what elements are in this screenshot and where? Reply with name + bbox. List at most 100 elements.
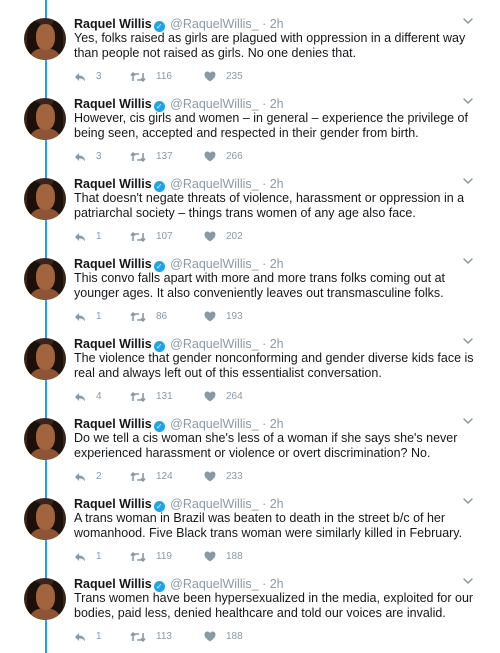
tweet-timestamp[interactable]: 2h	[270, 577, 284, 591]
tweet[interactable]: Raquel Willis ✓ @RaquelWillis_ · 2h Do we…	[0, 405, 500, 485]
author-name[interactable]: Raquel Willis	[74, 17, 152, 31]
tweet-timestamp[interactable]: 2h	[270, 497, 284, 511]
retweet-button[interactable]: 113	[130, 631, 172, 642]
reply-button[interactable]: 1	[74, 231, 102, 242]
chevron-down-icon[interactable]	[462, 495, 474, 507]
author-handle[interactable]: @RaquelWillis_	[170, 177, 258, 191]
tweet[interactable]: Raquel Willis ✓ @RaquelWillis_ · 2h That …	[0, 165, 500, 245]
separator-dot: ·	[262, 497, 267, 511]
like-button[interactable]: 188	[204, 551, 243, 562]
reply-icon	[75, 152, 85, 161]
avatar[interactable]	[24, 338, 66, 380]
reply-icon	[75, 392, 85, 401]
reply-button[interactable]: 1	[74, 631, 102, 642]
tweet-header: Raquel Willis ✓ @RaquelWillis_ · 2h	[74, 97, 284, 112]
reply-count: 1	[96, 551, 102, 562]
chevron-down-icon[interactable]	[462, 575, 474, 587]
reply-button[interactable]: 2	[74, 471, 102, 482]
retweet-icon	[130, 471, 146, 482]
retweet-button[interactable]: 137	[130, 151, 173, 162]
avatar[interactable]	[24, 418, 66, 460]
like-button[interactable]: 233	[204, 471, 243, 482]
chevron-down-icon[interactable]	[462, 415, 474, 427]
tweet-timestamp[interactable]: 2h	[270, 17, 284, 31]
chevron-down-icon[interactable]	[462, 175, 474, 187]
tweet[interactable]: Raquel Willis ✓ @RaquelWillis_ · 2h Trans…	[0, 565, 500, 645]
retweet-button[interactable]: 86	[130, 311, 167, 322]
retweet-count: 137	[156, 151, 173, 162]
like-button[interactable]: 235	[204, 71, 243, 82]
tweet-timestamp[interactable]: 2h	[270, 417, 284, 431]
tweet-timestamp[interactable]: 2h	[270, 97, 284, 111]
tweet[interactable]: Raquel Willis ✓ @RaquelWillis_ · 2h Howev…	[0, 85, 500, 165]
avatar[interactable]	[24, 498, 66, 540]
author-name[interactable]: Raquel Willis	[74, 497, 152, 511]
retweet-count: 113	[156, 631, 172, 642]
retweet-button[interactable]: 119	[130, 551, 172, 562]
author-handle[interactable]: @RaquelWillis_	[170, 257, 258, 271]
author-handle[interactable]: @RaquelWillis_	[170, 17, 258, 31]
author-handle[interactable]: @RaquelWillis_	[170, 417, 258, 431]
avatar[interactable]	[24, 578, 66, 620]
retweet-icon	[130, 551, 146, 562]
chevron-down-icon[interactable]	[462, 335, 474, 347]
tweet-timestamp[interactable]: 2h	[270, 177, 284, 191]
author-name[interactable]: Raquel Willis	[74, 577, 152, 591]
tweet-text: The violence that gender nonconforming a…	[74, 351, 474, 380]
separator-dot: ·	[262, 337, 267, 351]
avatar[interactable]	[24, 258, 66, 300]
chevron-down-icon[interactable]	[462, 95, 474, 107]
author-name[interactable]: Raquel Willis	[74, 257, 152, 271]
author-handle[interactable]: @RaquelWillis_	[170, 337, 258, 351]
like-button[interactable]: 188	[204, 631, 243, 642]
tweet-header: Raquel Willis ✓ @RaquelWillis_ · 2h	[74, 257, 284, 272]
reply-button[interactable]: 1	[74, 311, 102, 322]
tweet-text: Yes, folks raised as girls are plagued w…	[74, 31, 466, 60]
retweet-icon	[130, 631, 146, 642]
avatar[interactable]	[24, 18, 66, 60]
reply-count: 1	[96, 631, 102, 642]
like-button[interactable]: 202	[204, 231, 243, 242]
tweet-text: That doesn't negate threats of violence,…	[74, 191, 465, 220]
retweet-count: 86	[156, 311, 168, 322]
author-handle[interactable]: @RaquelWillis_	[170, 497, 258, 511]
avatar[interactable]	[24, 178, 66, 220]
tweet[interactable]: Raquel Willis ✓ @RaquelWillis_ · 2h Yes, …	[0, 5, 500, 85]
retweet-button[interactable]: 124	[130, 471, 173, 482]
author-name[interactable]: Raquel Willis	[74, 337, 152, 351]
separator-dot: ·	[262, 577, 267, 591]
like-button[interactable]: 193	[204, 311, 243, 322]
like-count: 233	[226, 471, 243, 482]
retweet-button[interactable]: 116	[130, 71, 172, 82]
like-button[interactable]: 264	[204, 391, 243, 402]
tweet[interactable]: Raquel Willis ✓ @RaquelWillis_ · 2h A tra…	[0, 485, 500, 565]
like-button[interactable]: 266	[204, 151, 243, 162]
author-name[interactable]: Raquel Willis	[74, 97, 152, 111]
retweet-button[interactable]: 107	[130, 231, 173, 242]
reply-button[interactable]: 4	[74, 391, 102, 402]
author-handle[interactable]: @RaquelWillis_	[170, 577, 258, 591]
author-handle[interactable]: @RaquelWillis_	[170, 97, 258, 111]
like-icon	[204, 631, 216, 642]
retweet-icon	[130, 231, 146, 242]
tweet-text: Trans women have been hypersexualized in…	[74, 591, 474, 620]
tweet-timestamp[interactable]: 2h	[270, 257, 284, 271]
like-count: 264	[226, 391, 243, 402]
reply-button[interactable]: 3	[74, 71, 102, 82]
reply-count: 3	[96, 151, 102, 162]
chevron-down-icon[interactable]	[462, 15, 474, 27]
author-name[interactable]: Raquel Willis	[74, 177, 152, 191]
reply-button[interactable]: 1	[74, 551, 102, 562]
tweet[interactable]: Raquel Willis ✓ @RaquelWillis_ · 2h This …	[0, 245, 500, 325]
author-name[interactable]: Raquel Willis	[74, 417, 152, 431]
tweet[interactable]: Raquel Willis ✓ @RaquelWillis_ · 2h The v…	[0, 325, 500, 405]
chevron-down-icon[interactable]	[462, 255, 474, 267]
reply-icon	[75, 472, 85, 481]
tweet-header: Raquel Willis ✓ @RaquelWillis_ · 2h	[74, 497, 284, 512]
retweet-count: 119	[156, 551, 172, 562]
tweet-timestamp[interactable]: 2h	[270, 337, 284, 351]
like-icon	[204, 391, 216, 402]
reply-button[interactable]: 3	[74, 151, 102, 162]
retweet-button[interactable]: 131	[130, 391, 173, 402]
avatar[interactable]	[24, 98, 66, 140]
